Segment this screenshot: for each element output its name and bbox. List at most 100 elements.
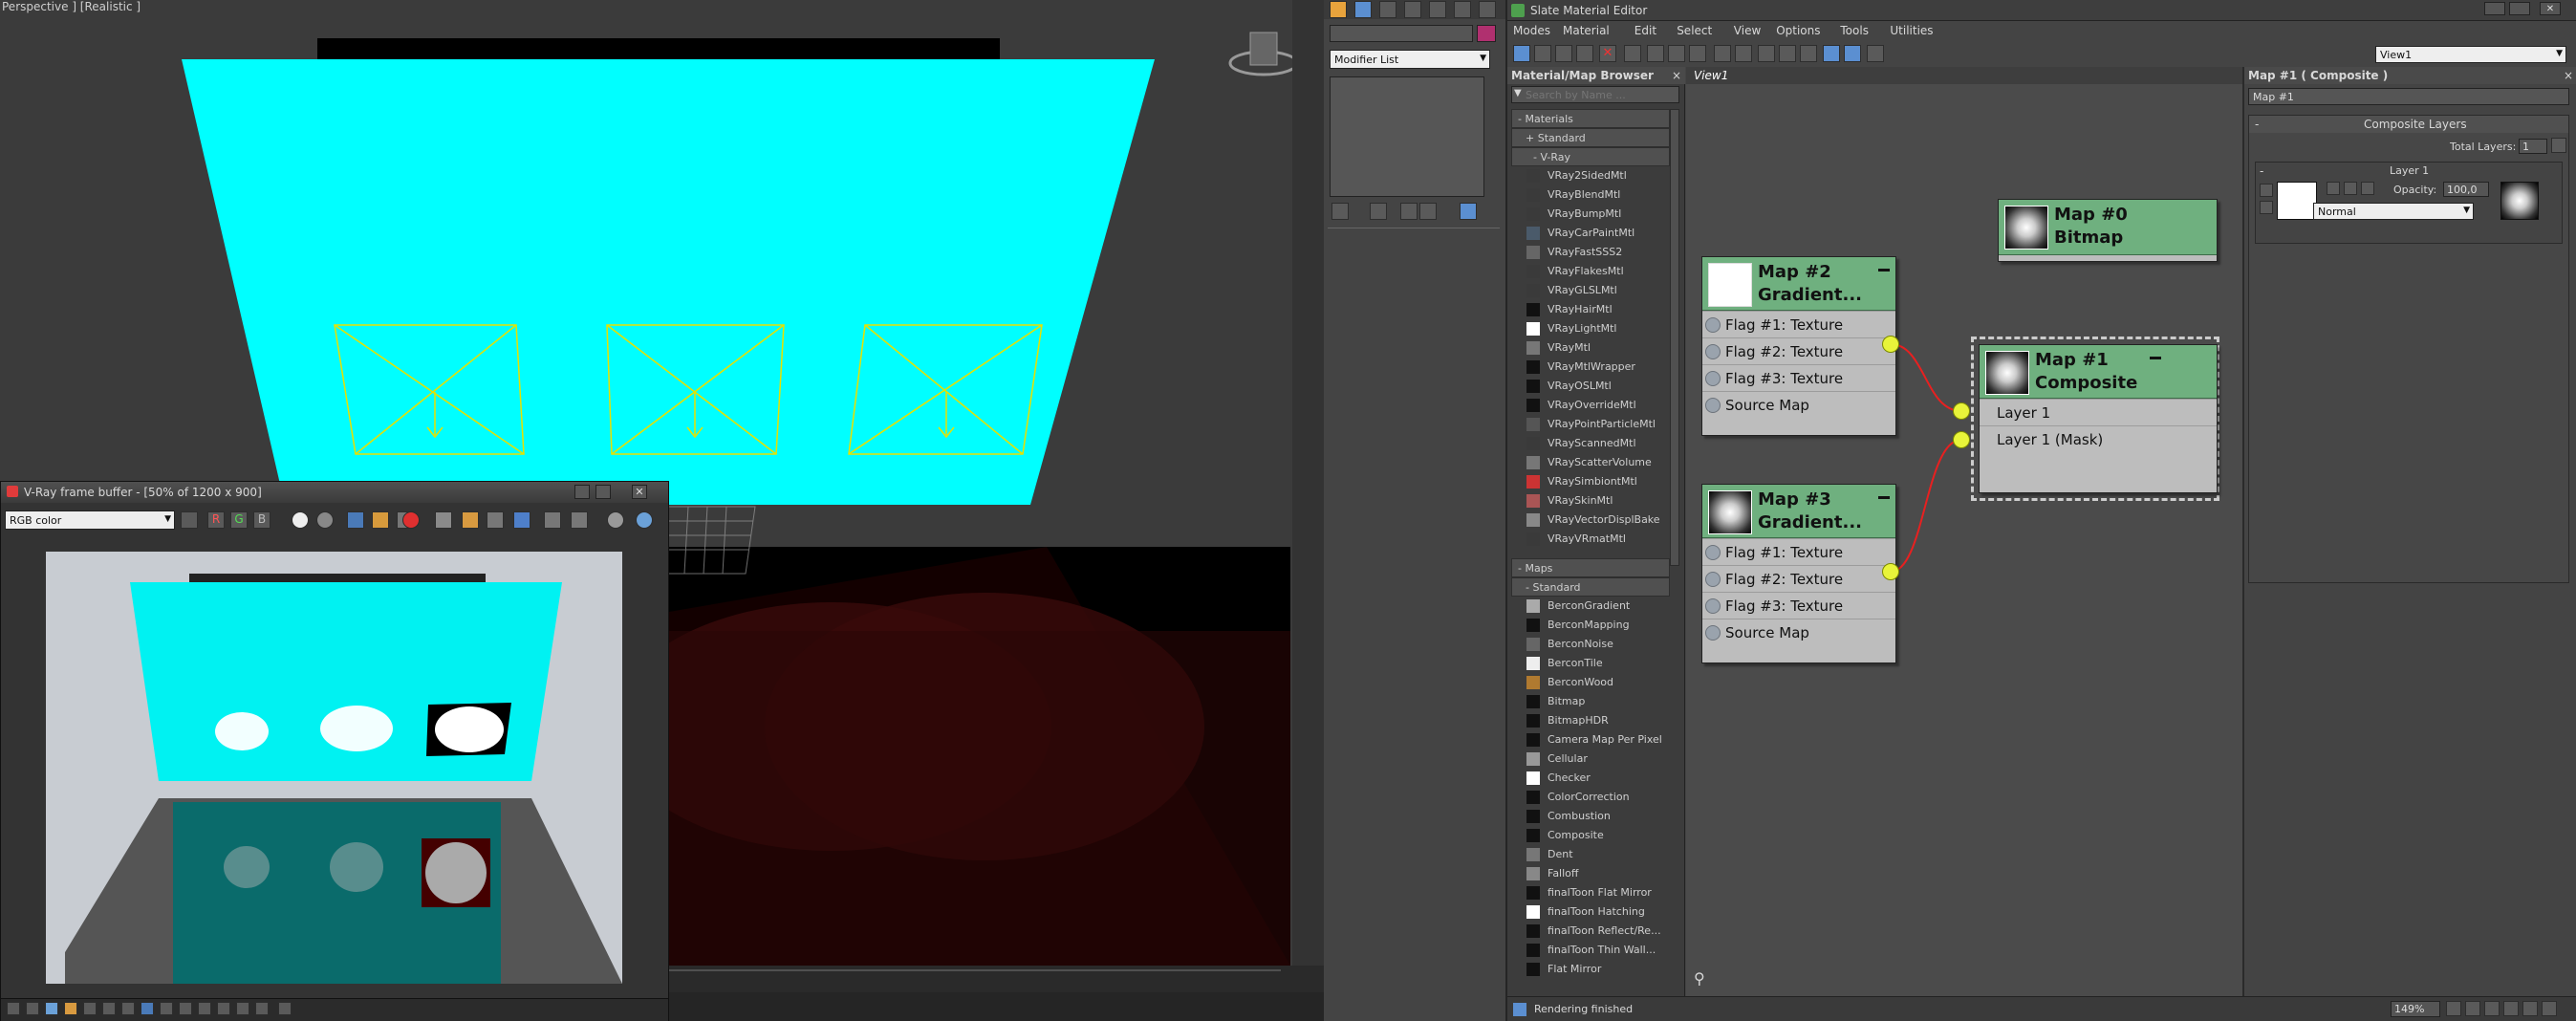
browser-item[interactable]: BerconNoise xyxy=(1521,635,1670,654)
toolbar-icon[interactable] xyxy=(102,1002,116,1015)
input-socket[interactable] xyxy=(1705,344,1721,359)
configure-modifier-sets-icon[interactable] xyxy=(1460,203,1477,220)
add-layer-icon[interactable] xyxy=(2551,138,2566,153)
blue-channel-button[interactable]: B xyxy=(253,511,271,529)
render-icon[interactable] xyxy=(402,511,420,529)
track-icon[interactable] xyxy=(487,511,504,529)
browser-item[interactable]: VRayVRmatMtl xyxy=(1521,530,1670,549)
show-map-icon[interactable] xyxy=(1668,45,1685,62)
browser-item[interactable]: Dent xyxy=(1521,845,1670,864)
toolbar-icon[interactable] xyxy=(198,1002,211,1015)
search-input[interactable] xyxy=(1526,87,1678,102)
material-map-browser-icon[interactable] xyxy=(1823,45,1840,62)
menu-modes[interactable]: Modes xyxy=(1513,24,1550,37)
menu-tools[interactable]: Tools xyxy=(1840,24,1869,37)
layer-texture-slot[interactable] xyxy=(2277,182,2317,220)
rollout-header[interactable]: - Composite Layers xyxy=(2249,116,2568,133)
browser-item[interactable]: VRayHairMtl xyxy=(1521,300,1670,319)
put-material-icon[interactable] xyxy=(1555,45,1572,62)
browser-item[interactable]: VRayCarPaintMtl xyxy=(1521,224,1670,243)
close-icon[interactable]: ✕ xyxy=(632,485,647,499)
group-vray[interactable]: - V-Ray xyxy=(1511,147,1670,166)
browser-item[interactable]: Flat Mirror xyxy=(1521,960,1670,979)
region-icon[interactable] xyxy=(435,511,452,529)
rendered-image[interactable] xyxy=(46,552,622,984)
input-socket-layer1-mask[interactable] xyxy=(1953,431,1970,448)
navigator-icon[interactable] xyxy=(1867,45,1884,62)
group-maps-standard[interactable]: - Standard xyxy=(1511,577,1670,597)
input-socket[interactable] xyxy=(1705,545,1721,560)
utilities-tab-icon[interactable] xyxy=(1454,1,1471,18)
node-map3-gradient[interactable]: Map #3 Gradient... Flag #1: Texture Flag … xyxy=(1701,484,1896,663)
gray-circle-icon[interactable] xyxy=(316,511,334,529)
modifier-stack[interactable] xyxy=(1330,76,1484,197)
vfb-titlebar[interactable]: V-Ray frame buffer - [50% of 1200 x 900]… xyxy=(1,482,668,503)
toolbar-icon[interactable] xyxy=(179,1002,192,1015)
menu-material[interactable]: Material xyxy=(1563,24,1610,37)
total-layers-field[interactable]: 1 xyxy=(2519,139,2547,154)
browser-item[interactable]: BerconTile xyxy=(1521,654,1670,673)
minimize-icon[interactable] xyxy=(574,485,590,499)
visibility-icon[interactable] xyxy=(2260,184,2273,197)
close-icon[interactable]: × xyxy=(1672,69,1681,82)
history-icon[interactable] xyxy=(513,511,530,529)
zoom-region-icon[interactable] xyxy=(2484,1001,2500,1016)
menu-select[interactable]: Select xyxy=(1677,24,1712,37)
toolbar-icon[interactable] xyxy=(7,1002,20,1015)
select-tool-icon[interactable] xyxy=(1513,45,1530,62)
slot-layer1[interactable]: Layer 1 xyxy=(1980,399,2217,425)
input-socket[interactable] xyxy=(1705,572,1721,587)
slot-flag1-texture[interactable]: Flag #1: Texture xyxy=(1702,538,1895,565)
hammer-icon[interactable] xyxy=(1479,1,1496,18)
tree-icon[interactable] xyxy=(1800,45,1817,62)
view-select[interactable]: View1 ▼ xyxy=(2375,46,2566,63)
folder-icon[interactable] xyxy=(372,511,389,529)
zoom-icon[interactable] xyxy=(2465,1001,2480,1016)
browser-item[interactable]: VRayMtl xyxy=(1521,338,1670,358)
menu-utilities[interactable]: Utilities xyxy=(1890,24,1933,37)
layer-collapse[interactable]: - xyxy=(2260,164,2263,178)
browser-item[interactable]: VRayGLSLMtl xyxy=(1521,281,1670,300)
white-circle-icon[interactable] xyxy=(292,511,309,529)
toolbar-icon[interactable] xyxy=(255,1002,269,1015)
filter-icon[interactable]: ▼ xyxy=(1514,88,1522,98)
menu-view[interactable]: View xyxy=(1734,24,1761,37)
browser-item[interactable]: BerconGradient xyxy=(1521,597,1670,616)
browser-item[interactable]: VRayFlakesMtl xyxy=(1521,262,1670,281)
toolbar-icon[interactable] xyxy=(217,1002,230,1015)
layout-all-icon[interactable] xyxy=(1714,45,1731,62)
browser-item[interactable]: VRay2SidedMtl xyxy=(1521,166,1670,185)
show-end-result-icon[interactable] xyxy=(1370,203,1387,220)
browser-item[interactable]: Composite xyxy=(1521,826,1670,845)
make-unique-icon[interactable] xyxy=(1400,203,1418,220)
browser-item[interactable]: BitmapHDR xyxy=(1521,711,1670,730)
save-image-icon[interactable] xyxy=(347,511,364,529)
toolbar-icon[interactable] xyxy=(236,1002,249,1015)
node-map1-composite[interactable]: Map #1 Composite Layer 1 Layer 1 (Mask) xyxy=(1979,344,2218,493)
slot-layer1-mask[interactable]: Layer 1 (Mask) xyxy=(1980,425,2217,452)
toolbar-icon[interactable] xyxy=(26,1002,39,1015)
browser-item[interactable]: VRayFastSSS2 xyxy=(1521,243,1670,262)
red-channel-button[interactable]: R xyxy=(207,511,225,529)
menu-options[interactable]: Options xyxy=(1776,24,1820,37)
assign-material-icon[interactable] xyxy=(1576,45,1593,62)
close-icon[interactable]: ✕ xyxy=(2540,2,2561,15)
move-children-icon[interactable] xyxy=(1624,45,1641,62)
browser-item[interactable]: BerconMapping xyxy=(1521,616,1670,635)
delete-icon[interactable]: ✕ xyxy=(1599,45,1616,62)
group-maps[interactable]: - Maps xyxy=(1511,558,1670,577)
browser-item[interactable]: Camera Map Per Pixel xyxy=(1521,730,1670,749)
slot-flag3-texture[interactable]: Flag #3: Texture xyxy=(1702,592,1895,619)
input-socket[interactable] xyxy=(1705,598,1721,614)
toolbar-icon[interactable] xyxy=(278,1002,292,1015)
collapse-icon[interactable] xyxy=(1878,269,1890,272)
input-socket[interactable] xyxy=(1705,398,1721,413)
binoculars-icon[interactable]: ⚲ xyxy=(1694,969,1705,988)
green-channel-button[interactable]: G xyxy=(230,511,248,529)
browser-item[interactable]: VRayOverrideMtl xyxy=(1521,396,1670,415)
slot-flag2-texture[interactable]: Flag #2: Texture xyxy=(1702,337,1895,364)
slot-source-map[interactable]: Source Map xyxy=(1702,391,1895,418)
browser-item[interactable]: VRayOSLMtl xyxy=(1521,377,1670,396)
slot-flag2-texture[interactable]: Flag #2: Texture xyxy=(1702,565,1895,592)
slot-source-map[interactable]: Source Map xyxy=(1702,619,1895,645)
